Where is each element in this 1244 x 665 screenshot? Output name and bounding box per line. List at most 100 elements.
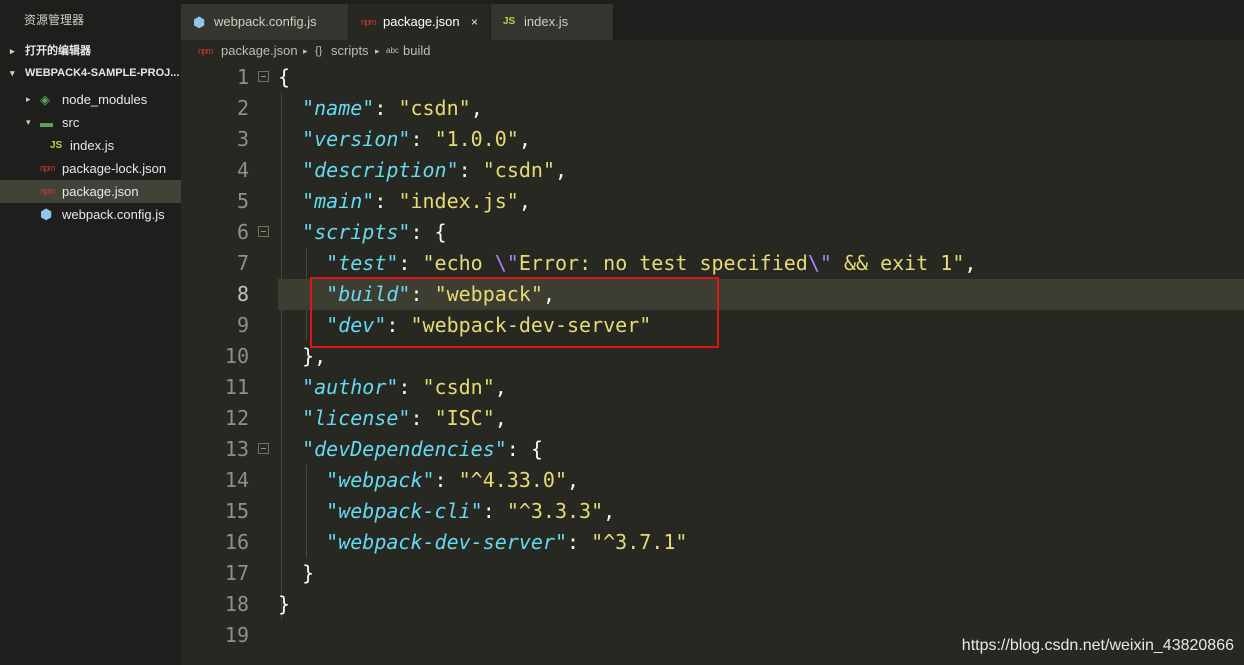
code-text: "description": "csdn", <box>302 158 568 182</box>
code-text: } <box>278 561 315 585</box>
npm-file-icon: npm <box>40 186 55 196</box>
chevron-right-icon: ▸ <box>375 46 380 56</box>
line-number: 8 <box>236 282 249 306</box>
line-number: 18 <box>224 592 249 616</box>
fold-icon[interactable] <box>258 443 269 454</box>
tab-package-json[interactable]: npm package.json × <box>349 4 490 40</box>
line-number: 17 <box>224 561 249 585</box>
tree-item-src[interactable]: ▾ ▬ src <box>0 111 181 134</box>
tree-item-package-lock-json[interactable]: npm package-lock.json <box>0 157 181 180</box>
code-text: "devDependencies": { <box>302 437 543 461</box>
code-line: 17 } <box>181 558 1244 589</box>
code-line: 16 "webpack-dev-server": "^3.7.1" <box>181 527 1244 558</box>
watermark: https://blog.csdn.net/weixin_43820866 <box>961 637 1234 654</box>
string-icon: abc <box>386 46 399 55</box>
code-text: "scripts": { <box>302 220 447 244</box>
folder-icon: ▬ <box>40 115 53 130</box>
breadcrumb-build[interactable]: build <box>403 40 430 62</box>
tree-item-label: package-lock.json <box>62 161 167 176</box>
code-line: 6 "scripts": { <box>181 217 1244 248</box>
tab-index-js[interactable]: JS index.js <box>491 4 613 40</box>
tree-item-label: package.json <box>62 184 139 199</box>
code-line: 15 "webpack-cli": "^3.3.3", <box>181 496 1244 527</box>
webpack-hex-icon: ⬢ <box>193 14 206 30</box>
code-line: 1 { <box>181 62 1244 93</box>
open-editors-label: 打开的编辑器 <box>25 45 91 57</box>
js-file-icon: JS <box>50 140 63 151</box>
code-line: 7 "test": "echo \"Error: no test specifi… <box>181 248 1244 279</box>
node-modules-folder-icon: ◈ <box>40 92 50 107</box>
project-label: WEBPACK4-SAMPLE-PROJ... <box>25 67 180 79</box>
file-tree: ▸ ◈ node_modules ▾ ▬ src JS index.js npm… <box>0 88 181 226</box>
tree-item-index-js[interactable]: JS index.js <box>0 134 181 157</box>
chevron-down-icon: ▾ <box>10 68 15 78</box>
breadcrumb-scripts[interactable]: scripts <box>331 40 369 62</box>
project-section[interactable]: ▾ WEBPACK4-SAMPLE-PROJ... <box>0 62 181 84</box>
code-editor[interactable]: 1 { 2 "name": "csdn", 3 "version": "1.0.… <box>181 62 1244 665</box>
close-icon[interactable]: × <box>471 4 478 40</box>
line-number: 16 <box>224 530 249 554</box>
tree-item-label: src <box>62 115 80 130</box>
line-number: 12 <box>224 406 249 430</box>
js-file-icon: JS <box>503 16 516 27</box>
line-number: 5 <box>236 189 249 213</box>
tree-item-webpack-config-js[interactable]: ⬢ webpack.config.js <box>0 203 181 226</box>
tab-bar: ⬢ webpack.config.js npm package.json × J… <box>181 0 1244 40</box>
line-number: 4 <box>236 158 249 182</box>
breadcrumb-file[interactable]: package.json <box>221 40 298 62</box>
webpack-hex-icon: ⬢ <box>40 206 53 222</box>
line-number: 7 <box>236 251 249 275</box>
explorer-title: 资源管理器 <box>24 13 85 27</box>
tree-item-package-json[interactable]: npm package.json <box>0 180 181 203</box>
annotation-highlight-box <box>310 277 719 348</box>
chevron-right-icon: ▸ <box>26 94 31 104</box>
tab-label: webpack.config.js <box>214 14 317 29</box>
code-text: "name": "csdn", <box>302 96 483 120</box>
chevron-right-icon: ▸ <box>10 46 15 56</box>
code-line: 14 "webpack": "^4.33.0", <box>181 465 1244 496</box>
code-text: "webpack-dev-server": "^3.7.1" <box>326 530 688 554</box>
code-line: 3 "version": "1.0.0", <box>181 124 1244 155</box>
npm-file-icon: npm <box>198 46 213 56</box>
code-line: 2 "name": "csdn", <box>181 93 1244 124</box>
line-number: 9 <box>236 313 249 337</box>
tree-item-label: index.js <box>70 138 115 153</box>
code-line: 5 "main": "index.js", <box>181 186 1244 217</box>
code-text: "main": "index.js", <box>302 189 531 213</box>
chevron-right-icon: ▸ <box>303 46 308 56</box>
tree-item-node-modules[interactable]: ▸ ◈ node_modules <box>0 88 181 111</box>
code-line: 11 "author": "csdn", <box>181 372 1244 403</box>
fold-icon[interactable] <box>258 226 269 237</box>
code-line: 13 "devDependencies": { <box>181 434 1244 465</box>
line-number: 19 <box>224 623 249 647</box>
code-line: 18 } <box>181 589 1244 620</box>
code-line: 12 "license": "ISC", <box>181 403 1244 434</box>
npm-file-icon: npm <box>40 163 55 173</box>
fold-icon[interactable] <box>258 71 269 82</box>
explorer-sidebar: 资源管理器 ▸ 打开的编辑器 ▾ WEBPACK4-SAMPLE-PROJ...… <box>0 0 181 665</box>
tab-label: package.json <box>383 14 460 29</box>
line-number: 10 <box>224 344 249 368</box>
tree-item-label: node_modules <box>62 92 148 107</box>
chevron-down-icon: ▾ <box>26 117 31 127</box>
code-line: 4 "description": "csdn", <box>181 155 1244 186</box>
tab-label: index.js <box>524 14 569 29</box>
line-number: 15 <box>224 499 249 523</box>
code-text: "author": "csdn", <box>302 375 507 399</box>
code-text: "version": "1.0.0", <box>302 127 531 151</box>
braces-icon: {} <box>315 45 323 57</box>
line-number: 11 <box>224 375 249 399</box>
code-text: "webpack-cli": "^3.3.3", <box>326 499 616 523</box>
open-editors-section[interactable]: ▸ 打开的编辑器 <box>0 40 181 62</box>
tree-item-label: webpack.config.js <box>62 207 165 222</box>
line-number: 2 <box>236 96 249 120</box>
line-number: 14 <box>224 468 249 492</box>
code-text: } <box>278 592 291 616</box>
line-number: 3 <box>236 127 249 151</box>
code-text: "webpack": "^4.33.0", <box>326 468 580 492</box>
code-text: "test": "echo \"Error: no test specified… <box>326 251 977 275</box>
code-text: "license": "ISC", <box>302 406 507 430</box>
line-number: 6 <box>236 220 249 244</box>
tab-webpack-config-js[interactable]: ⬢ webpack.config.js <box>181 4 348 40</box>
npm-file-icon: npm <box>361 17 376 27</box>
